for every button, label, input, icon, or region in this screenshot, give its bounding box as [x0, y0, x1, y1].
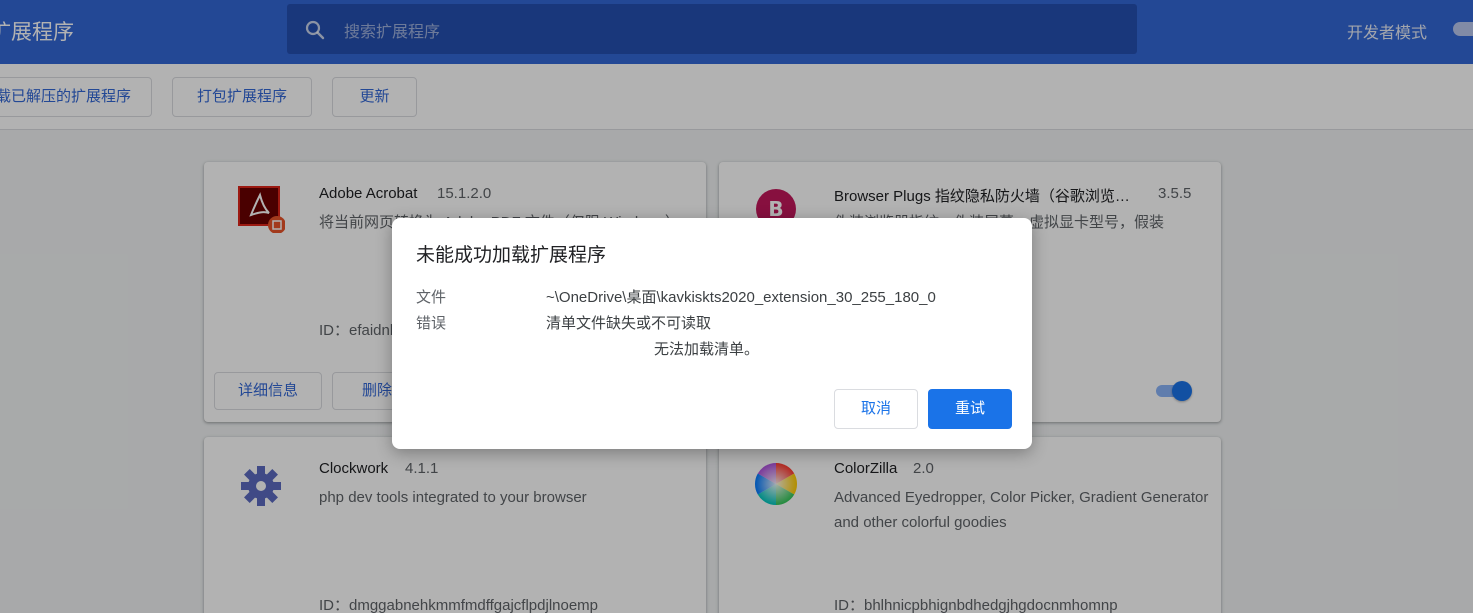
error-label: 错误 — [416, 315, 447, 332]
load-error-dialog: 未能成功加载扩展程序 文件 ~\OneDrive\桌面\kavkiskts202… — [392, 218, 1032, 449]
error-detail: 无法加载清单。 — [654, 341, 760, 358]
error-message: 清单文件缺失或不可读取 — [546, 315, 712, 332]
dialog-title: 未能成功加载扩展程序 — [416, 245, 607, 266]
cancel-button[interactable]: 取消 — [834, 389, 918, 429]
file-label: 文件 — [416, 289, 447, 306]
file-path: ~\OneDrive\桌面\kavkiskts2020_extension_30… — [546, 289, 936, 306]
retry-button[interactable]: 重试 — [928, 389, 1012, 429]
